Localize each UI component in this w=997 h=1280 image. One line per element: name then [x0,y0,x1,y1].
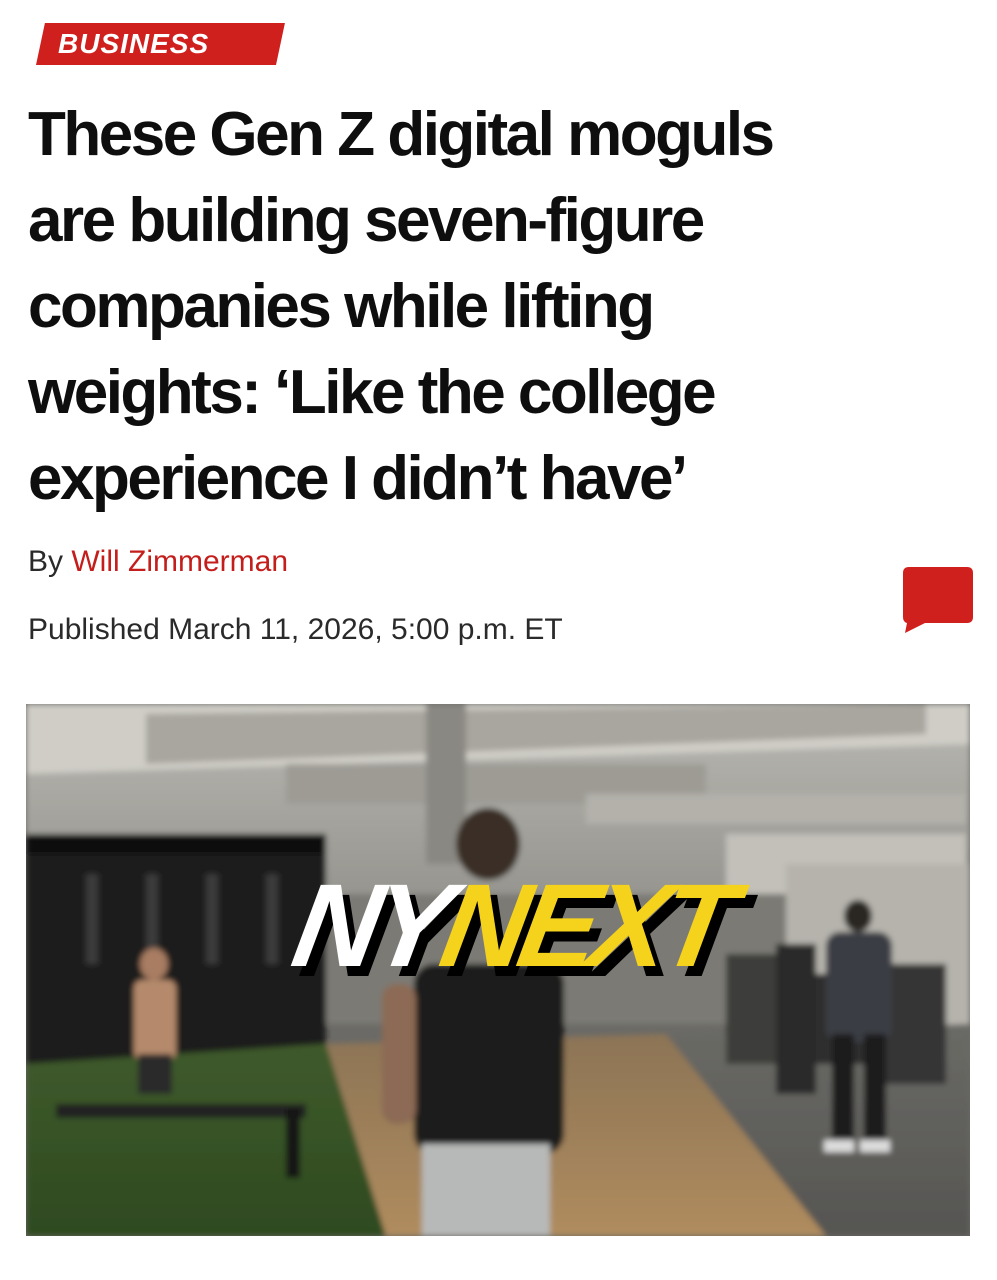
svg-text:NYNEXT: NYNEXT [288,860,754,992]
hero-video-thumbnail[interactable]: NYNEXT NYNEXT [26,704,970,1236]
ny-next-logo: NYNEXT NYNEXT [288,860,762,996]
headline-line: experience I didn’t have’ [28,444,688,513]
headline-line: companies while lifting [28,272,655,341]
comment-bubble-icon [903,567,973,633]
byline: By Will Zimmerman [28,542,288,582]
comments-button[interactable] [903,567,973,635]
headline-line: These Gen Z digital moguls [28,100,775,169]
article-headline: These Gen Z digital moguls are building … [28,92,968,522]
published-date: Published March 11, 2026, 5:00 p.m. ET [28,613,563,646]
section-tag-label[interactable]: BUSINESS [58,23,209,65]
byline-prefix: By [28,545,64,578]
article-page: BUSINESS These Gen Z digital moguls are … [0,0,997,1280]
author-link[interactable]: Will Zimmerman [71,545,288,578]
headline-line: weights: ‘Like the college [28,358,717,427]
logo-next-text: NEXT [432,860,754,992]
headline-line: are building seven-figure [28,186,705,255]
